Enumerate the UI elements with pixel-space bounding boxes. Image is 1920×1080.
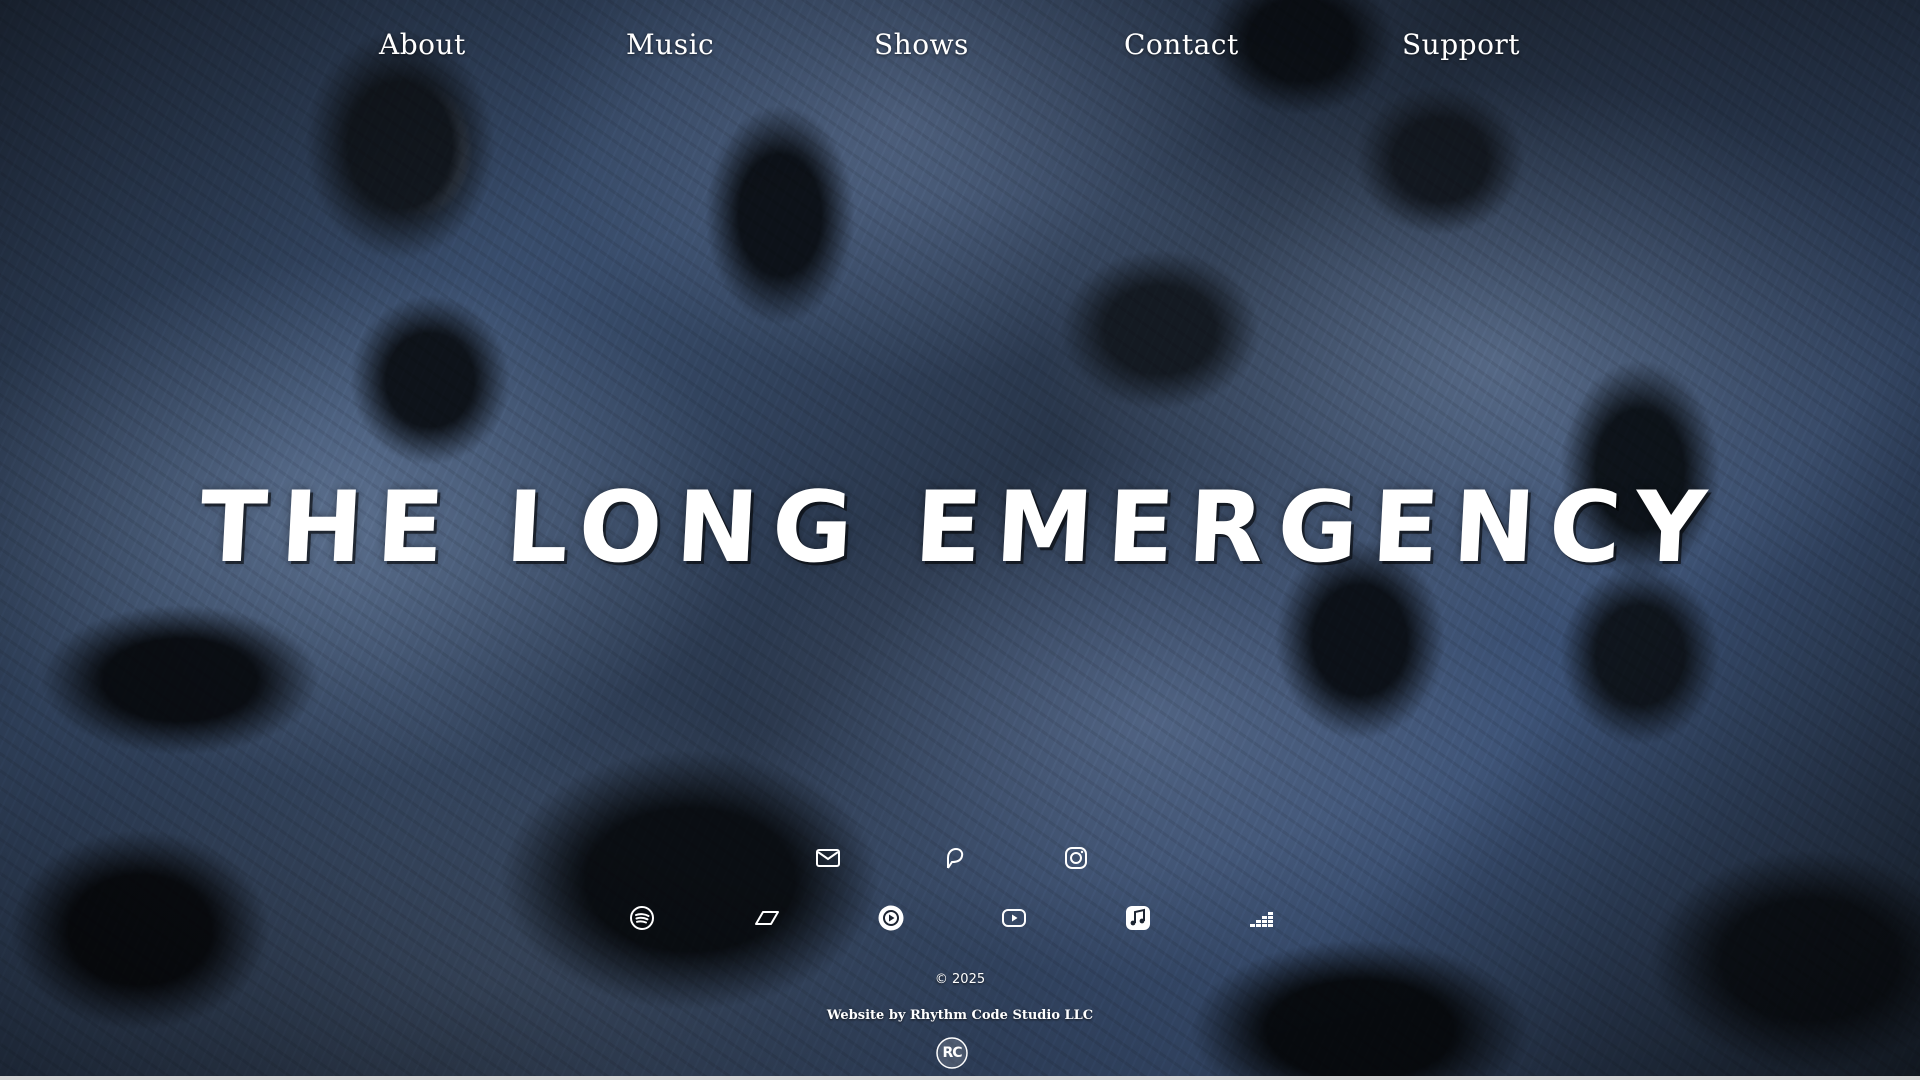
site-credit: Website by Rhythm Code Studio LLC [0,1008,1920,1023]
apple-music-icon[interactable] [1123,903,1153,933]
youtube-icon[interactable] [999,903,1029,933]
nav-contact[interactable]: Contact [1124,28,1239,61]
nav-music[interactable]: Music [626,28,714,61]
bottom-border [0,1076,1920,1080]
studio-logo-icon[interactable]: RC [935,1036,969,1070]
spotify-icon[interactable] [627,903,657,933]
band-title: THE LONG EMERGENCY [197,470,1723,585]
credit-link[interactable]: Website by Rhythm Code Studio LLC [827,1008,1093,1023]
copyright-text: © 2025 [934,972,986,987]
email-icon[interactable] [813,843,843,873]
bandcamp-icon[interactable] [752,903,782,933]
patreon-icon[interactable] [938,843,968,873]
nav-shows[interactable]: Shows [874,28,969,61]
studio-logo-text: RC [942,1045,962,1061]
play-icon[interactable] [876,903,906,933]
main-nav: About Music Shows Contact Support [0,28,1920,72]
deezer-icon[interactable] [1247,903,1277,933]
nav-about[interactable]: About [379,28,466,61]
instagram-icon[interactable] [1061,843,1091,873]
nav-support[interactable]: Support [1402,28,1520,61]
